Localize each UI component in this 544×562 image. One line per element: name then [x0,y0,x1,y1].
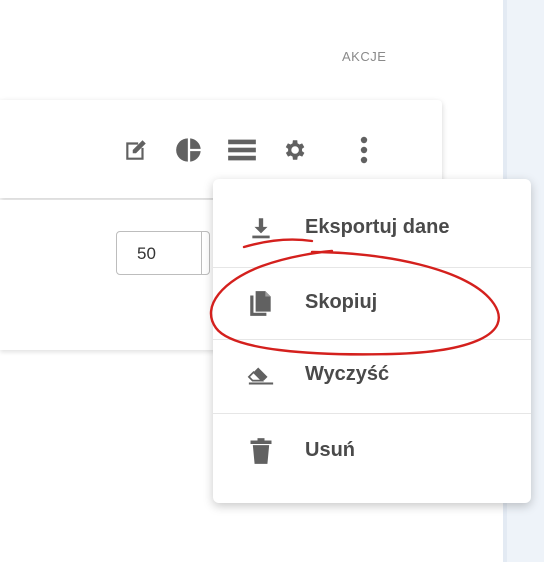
pie-chart-icon [176,138,201,162]
edit-button[interactable] [118,132,154,168]
trash-icon [247,437,275,465]
pager-separator [201,232,202,274]
page-size-select[interactable]: 50 [116,231,210,275]
more-vert-icon [360,136,368,164]
page-size-value: 50 [137,244,156,263]
settings-button[interactable] [276,132,312,168]
download-icon [247,214,275,242]
menu-item-label: Usuń [305,439,355,461]
context-menu: Eksportuj dane Skopiuj Wyczyść Usuń [213,179,531,503]
menu-item-label: Wyczyść [305,363,390,385]
gear-icon [285,140,305,160]
list-icon [228,139,256,161]
edit-icon [126,140,146,160]
menu-item-clear[interactable]: Wyczyść [213,339,531,411]
copy-icon [247,289,275,317]
menu-item-label: Eksportuj dane [305,216,450,238]
menu-item-delete[interactable]: Usuń [213,415,531,487]
menu-item-label: Skopiuj [305,291,378,313]
statistics-button[interactable] [171,132,207,168]
menu-divider [213,413,531,414]
actions-column-header: AKCJE [342,49,387,64]
list-button[interactable] [224,132,260,168]
menu-item-export[interactable]: Eksportuj dane [213,192,531,264]
eraser-icon [247,361,275,389]
menu-item-copy[interactable]: Skopiuj [213,267,531,339]
more-actions-button[interactable] [346,132,382,168]
